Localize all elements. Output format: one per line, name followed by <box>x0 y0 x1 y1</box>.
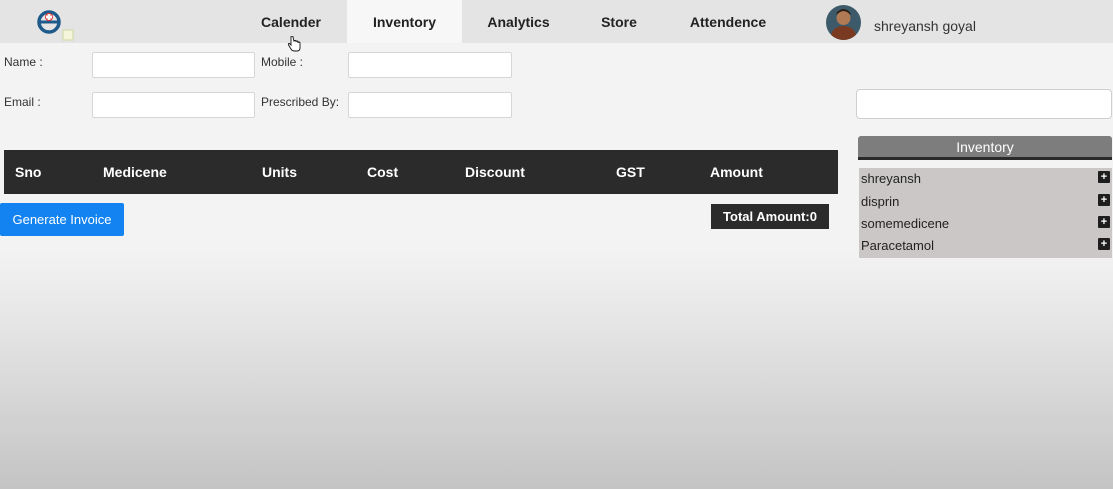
add-plus-icon[interactable]: + <box>1098 194 1110 206</box>
add-plus-icon[interactable]: + <box>1098 171 1110 183</box>
name-label: Name : <box>4 55 43 69</box>
inventory-item[interactable]: Paracetamol + <box>859 235 1112 257</box>
tab-inventory[interactable]: Inventory <box>347 0 462 43</box>
add-plus-icon[interactable]: + <box>1098 238 1110 250</box>
add-plus-icon[interactable]: + <box>1098 216 1110 228</box>
column-header-discount: Discount <box>465 164 525 180</box>
inventory-list: shreyansh + disprin + somemedicene + Par… <box>859 168 1112 258</box>
name-input[interactable] <box>92 52 255 78</box>
column-header-amount: Amount <box>710 164 763 180</box>
email-label: Email : <box>4 95 41 109</box>
inventory-item[interactable]: disprin + <box>859 191 1112 213</box>
hand-cursor-icon <box>287 36 301 52</box>
column-header-medicene: Medicene <box>103 164 167 180</box>
inventory-item-label: Paracetamol <box>861 238 934 253</box>
inventory-item[interactable]: shreyansh + <box>859 168 1112 190</box>
tab-attendence-label: Attendence <box>689 13 767 30</box>
user-avatar-icon <box>826 5 861 40</box>
inventory-item-label: shreyansh <box>861 171 921 186</box>
top-navbar: Calender Inventory Analytics Store Atten… <box>0 0 1113 43</box>
tab-calender-label: Calender <box>261 13 321 30</box>
invoice-table-header: Sno Medicene Units Cost Discount GST Amo… <box>4 150 838 194</box>
prescribed-by-input[interactable] <box>348 92 512 118</box>
tab-inventory-label: Inventory <box>372 13 436 30</box>
inventory-panel-header: Inventory <box>858 136 1112 157</box>
user-avatar[interactable] <box>826 5 861 40</box>
mobile-label: Mobile : <box>261 55 304 69</box>
email-input[interactable] <box>92 92 255 118</box>
tab-analytics[interactable]: Analytics <box>476 0 561 43</box>
tab-attendence[interactable]: Attendence <box>678 0 778 43</box>
app-logo-icon[interactable] <box>36 8 76 42</box>
column-header-sno: Sno <box>15 164 42 180</box>
prescribed-by-label: Prescribed By: <box>261 95 340 109</box>
column-header-gst: GST <box>616 164 645 180</box>
user-name[interactable]: shreyansh goyal <box>874 18 976 34</box>
mobile-input[interactable] <box>348 52 512 78</box>
generate-invoice-button[interactable]: Generate Invoice <box>0 203 124 236</box>
inventory-item-label: somemedicene <box>861 216 950 231</box>
column-header-units: Units <box>262 164 297 180</box>
total-amount-badge: Total Amount:0 <box>711 204 829 229</box>
tab-analytics-label: Analytics <box>487 13 550 30</box>
column-header-cost: Cost <box>367 164 399 180</box>
inventory-item-label: disprin <box>861 194 900 209</box>
tab-store-label: Store <box>601 13 637 30</box>
inventory-search-input[interactable] <box>856 89 1112 119</box>
inventory-item[interactable]: somemedicene + <box>859 213 1112 235</box>
tab-store[interactable]: Store <box>590 0 648 43</box>
